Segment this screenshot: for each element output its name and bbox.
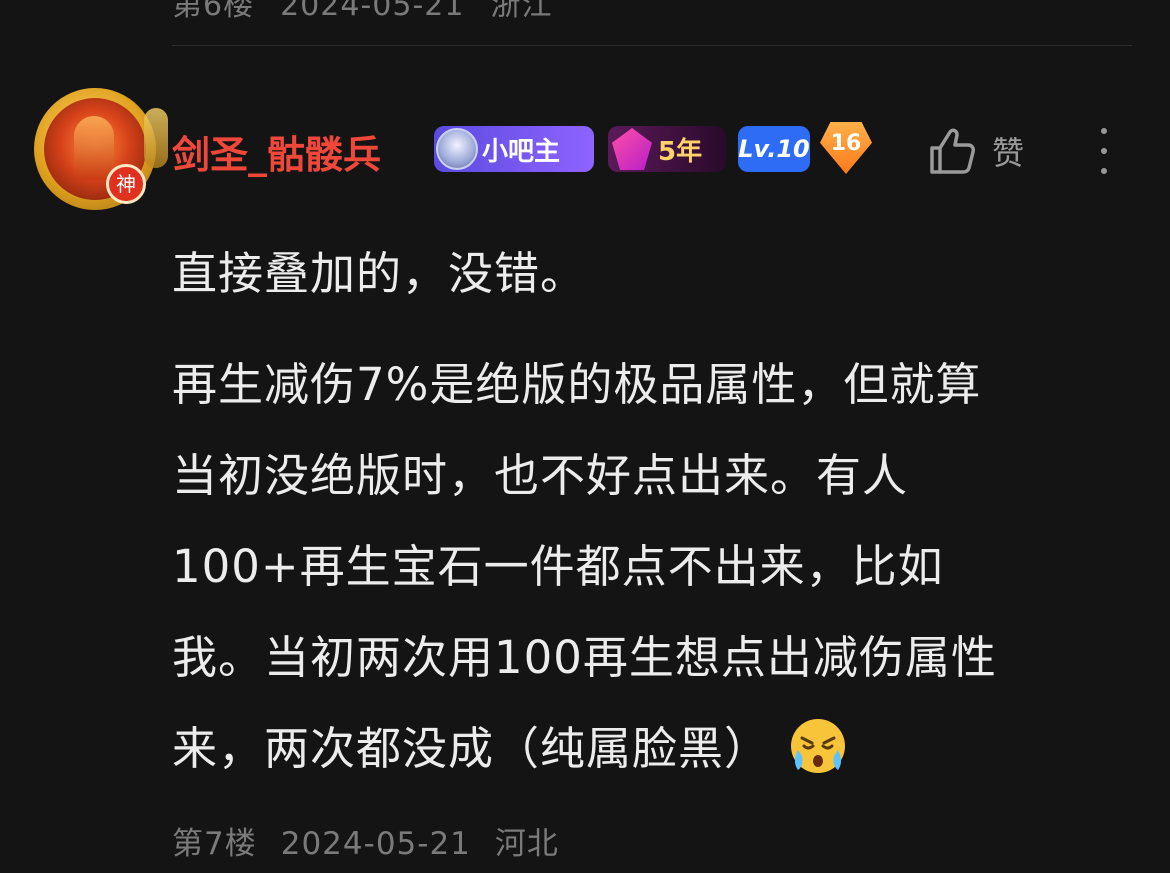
content-line-text: 来，两次都没成（纯属脸黑） <box>172 722 771 775</box>
content-line: 当初没绝版时，也不好点出来。有人 <box>172 449 909 502</box>
crying-emoji-icon <box>791 719 846 773</box>
rank-badge[interactable]: 16 <box>820 122 872 174</box>
member-years-label: 5年 <box>658 136 703 167</box>
previous-post-meta: 第6楼 2024-05-21 浙江 <box>172 0 578 24</box>
post-divider <box>172 45 1132 46</box>
comment-page: 第6楼 2024-05-21 浙江 神 剑圣_骷髅兵 小吧主 5年 Lv.10 16… <box>0 0 1170 873</box>
post-meta: 第7楼 2024-05-21 河北 <box>172 818 583 863</box>
content-line: 再生减伤7%是绝版的极品属性，但就算 <box>172 358 982 411</box>
username[interactable]: 剑圣_骷髅兵 <box>172 124 381 179</box>
avatar-frame-ornament <box>144 108 168 168</box>
more-dot-icon <box>1101 128 1107 134</box>
like-button[interactable]: 赞 <box>928 124 1024 178</box>
more-dot-icon <box>1101 148 1107 154</box>
admin-badge-label: 小吧主 <box>482 136 561 167</box>
admin-badge-icon <box>436 128 478 170</box>
admin-badge[interactable]: 小吧主 <box>434 126 594 172</box>
avatar[interactable]: 神 <box>34 88 168 210</box>
avatar-god-badge: 神 <box>106 164 146 204</box>
previous-date: 2024-05-21 <box>280 0 465 23</box>
post-location: 河北 <box>494 826 559 862</box>
member-years-badge[interactable]: 5年 <box>608 126 726 172</box>
floor-number: 第7楼 <box>172 826 257 862</box>
content-line-last: 来，两次都没成（纯属脸黑） <box>172 703 1132 794</box>
post-content: 直接叠加的，没错。 再生减伤7%是绝版的极品属性，但就算 当初没绝版时，也不好点… <box>172 228 1132 794</box>
previous-floor: 第6楼 <box>172 0 255 23</box>
content-paragraph-1: 直接叠加的，没错。 <box>172 247 587 300</box>
thumb-up-icon <box>930 128 975 174</box>
like-label: 赞 <box>992 134 1025 172</box>
post-date: 2024-05-21 <box>280 826 471 862</box>
content-line: 100+再生宝石一件都点不出来，比如 <box>172 540 944 593</box>
more-dot-icon <box>1101 168 1107 174</box>
more-options-button[interactable] <box>1088 126 1120 176</box>
level-badge[interactable]: Lv.10 <box>738 126 810 172</box>
content-line: 我。当初两次用100再生想点出减伤属性 <box>172 631 997 684</box>
diamond-icon <box>612 128 652 170</box>
previous-location: 浙江 <box>490 0 553 23</box>
